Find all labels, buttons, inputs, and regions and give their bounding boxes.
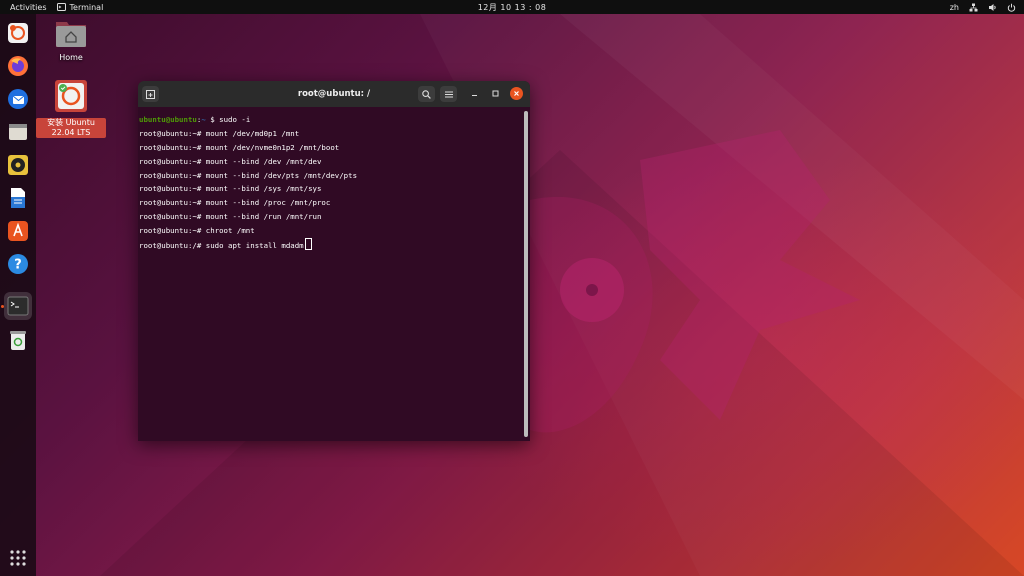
desktop-installer[interactable]: 安装 Ubuntu 22.04 LTS xyxy=(36,79,106,138)
menu-button[interactable] xyxy=(440,86,457,102)
terminal-current-line: root@ubuntu:/# sudo apt install mdadm xyxy=(139,238,530,252)
power-icon[interactable] xyxy=(1007,3,1016,12)
terminal-line: root@ubuntu:~# mount --bind /sys /mnt/sy… xyxy=(139,184,322,194)
svg-text:?: ? xyxy=(14,258,22,273)
top-bar: Activities Terminal 12月 10 13 : 08 zh xyxy=(0,0,1024,14)
activities-button[interactable]: Activities xyxy=(0,3,57,12)
terminal-scrollbar[interactable] xyxy=(524,111,528,437)
app-menu[interactable]: Terminal xyxy=(56,2,104,12)
maximize-button[interactable] xyxy=(489,87,502,100)
home-label: Home xyxy=(59,53,83,62)
terminal-line: root@ubuntu:~# chroot /mnt xyxy=(139,226,255,236)
terminal-titlebar[interactable]: root@ubuntu: / xyxy=(138,81,530,107)
terminal-window[interactable]: root@ubuntu: / ubuntu@ubuntu:~ $ sudo -i… xyxy=(138,81,530,441)
terminal-icon[interactable] xyxy=(4,292,32,320)
search-button[interactable] xyxy=(418,86,435,102)
hamburger-menu-icon xyxy=(444,91,453,97)
maximize-icon xyxy=(492,90,499,97)
terminal-line: ubuntu@ubuntu:~ $ sudo -i xyxy=(139,115,251,124)
text-cursor xyxy=(304,238,312,251)
terminal-line: root@ubuntu:~# mount --bind /dev /mnt/de… xyxy=(139,156,322,166)
files-icon[interactable] xyxy=(4,118,32,146)
dock: ? xyxy=(0,14,36,576)
close-icon xyxy=(514,91,519,96)
terminal-app-icon xyxy=(56,3,66,11)
firefox-icon[interactable] xyxy=(4,52,32,80)
installer-label: 安装 Ubuntu 22.04 LTS xyxy=(36,118,106,138)
running-indicator xyxy=(1,305,4,308)
desktop-home[interactable]: Home xyxy=(36,18,106,63)
trash-icon[interactable] xyxy=(4,326,32,354)
terminal-line: root@ubuntu:~# mount /dev/nvme0n1p2 /mnt… xyxy=(139,142,340,152)
terminal-line: root@ubuntu:~# mount /dev/md0p1 /mnt xyxy=(139,128,300,138)
help-icon[interactable]: ? xyxy=(4,250,32,278)
home-folder-icon xyxy=(56,22,86,47)
app-center-icon[interactable] xyxy=(4,217,32,245)
ubuntu-installer-icon xyxy=(55,80,87,112)
rhythmbox-icon[interactable] xyxy=(4,151,32,179)
network-icon[interactable] xyxy=(969,3,978,12)
search-icon xyxy=(422,89,431,99)
show-applications-icon[interactable] xyxy=(4,544,32,572)
ubuntu-installer-icon[interactable] xyxy=(4,19,32,47)
thunderbird-icon[interactable] xyxy=(4,85,32,113)
input-method-indicator[interactable]: zh xyxy=(950,3,959,12)
clock[interactable]: 12月 10 13 : 08 xyxy=(478,2,547,13)
terminal-output[interactable]: ubuntu@ubuntu:~ $ sudo -i root@ubuntu:~#… xyxy=(138,107,530,441)
libreoffice-writer-icon[interactable] xyxy=(4,184,32,212)
terminal-line: root@ubuntu:~# mount --bind /dev/pts /mn… xyxy=(139,170,358,180)
minimize-button[interactable] xyxy=(468,87,481,100)
terminal-line: root@ubuntu:~# mount --bind /run /mnt/ru… xyxy=(139,212,322,222)
system-tray[interactable]: zh xyxy=(950,3,1016,12)
close-button[interactable] xyxy=(510,87,523,100)
minimize-icon xyxy=(472,95,477,96)
volume-icon[interactable] xyxy=(988,3,997,12)
app-name: Terminal xyxy=(69,2,104,12)
terminal-line: root@ubuntu:~# mount --bind /proc /mnt/p… xyxy=(139,198,331,208)
